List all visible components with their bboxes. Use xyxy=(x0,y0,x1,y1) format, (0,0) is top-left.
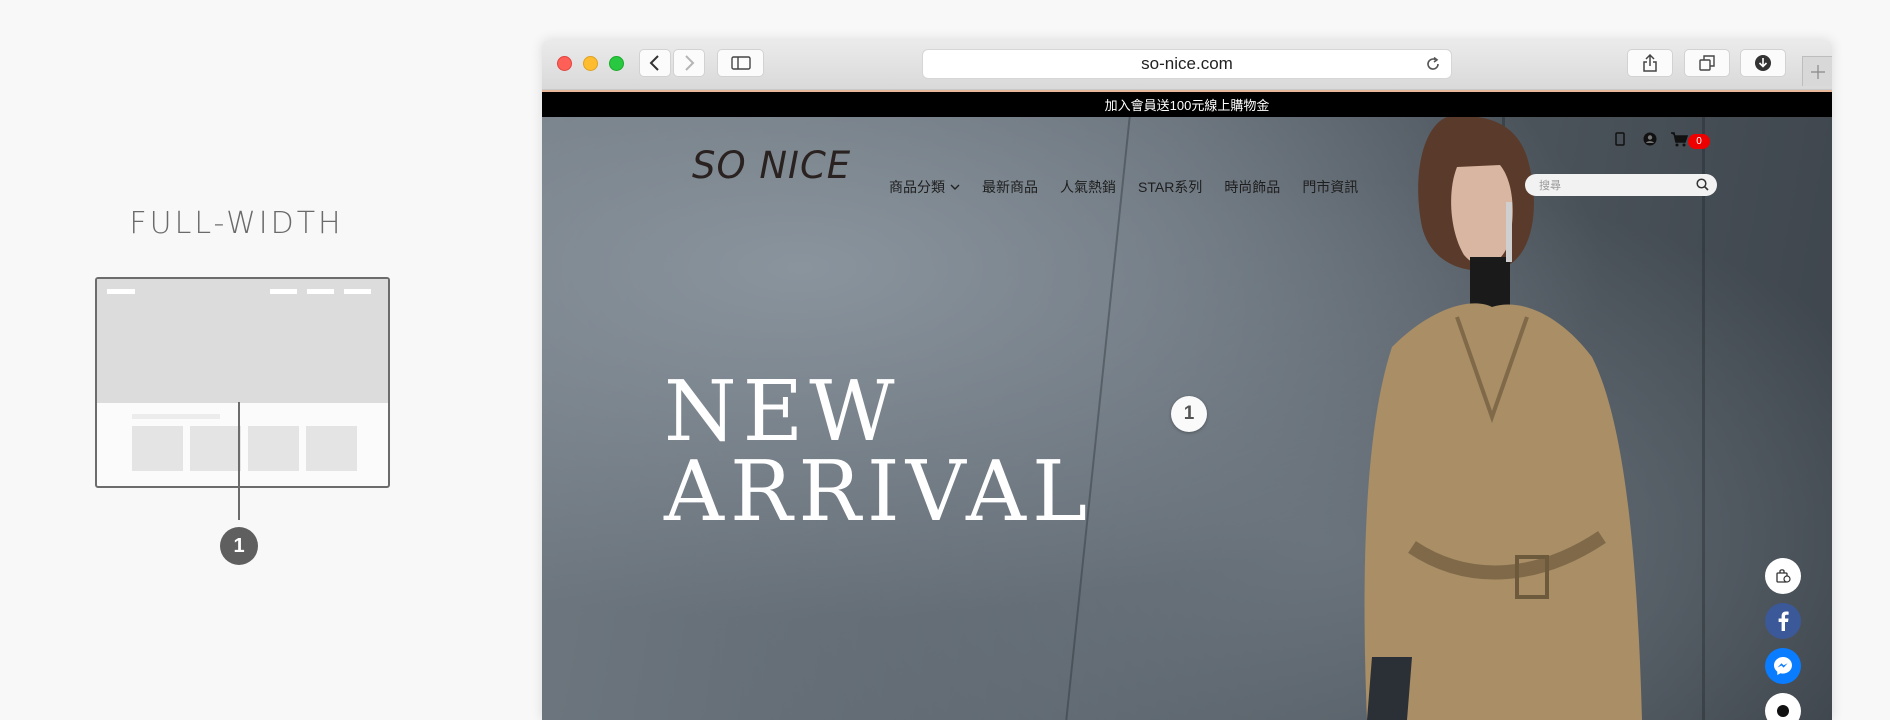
callout-marker: 1 xyxy=(220,527,258,565)
wall-seam xyxy=(1702,117,1705,720)
browser-window: so-nice.com 加入會員送100元線上購物金 SO NICE 商品分類 … xyxy=(542,40,1832,720)
back-button[interactable] xyxy=(639,49,671,77)
wireframe-nav-bar xyxy=(270,289,297,294)
share-icon xyxy=(1643,54,1657,72)
url-text: so-nice.com xyxy=(1141,54,1233,73)
hero-headline-line2: ARRIVAL xyxy=(664,443,1094,540)
wireframe-logo-bar xyxy=(107,289,135,294)
nav-item-star-series[interactable]: STAR系列 xyxy=(1138,177,1202,197)
layout-title: FULL-WIDTH xyxy=(129,206,344,241)
facebook-icon xyxy=(1778,611,1789,631)
wireframe-card xyxy=(248,426,299,471)
download-icon xyxy=(1755,55,1771,71)
chevron-right-icon xyxy=(685,55,695,71)
nav-item-label: STAR系列 xyxy=(1138,179,1203,195)
zoom-window-button[interactable] xyxy=(609,56,624,71)
wireframe-nav-bar xyxy=(307,289,334,294)
browser-toolbar: so-nice.com xyxy=(542,40,1832,90)
search-placeholder: 搜尋 xyxy=(1539,180,1561,192)
wireframe-thumbnail xyxy=(95,277,390,488)
model-photo xyxy=(1364,117,1642,720)
shopping-bag-icon xyxy=(1776,569,1791,583)
search-input[interactable]: 搜尋 xyxy=(1525,174,1717,196)
minimize-window-button[interactable] xyxy=(583,56,598,71)
layout-illustration: FULL-WIDTH 1 xyxy=(0,0,480,720)
share-button[interactable] xyxy=(1627,49,1673,77)
wireframe-hero xyxy=(97,279,388,403)
plus-icon xyxy=(1810,64,1825,79)
callout-line xyxy=(238,402,240,520)
address-bar[interactable]: so-nice.com xyxy=(922,49,1452,79)
tabs-icon xyxy=(1699,55,1715,71)
cart-count-badge: 0 xyxy=(1688,134,1710,149)
hero-callout-marker: 1 xyxy=(1171,396,1207,432)
search-icon[interactable] xyxy=(1696,178,1709,194)
wireframe-heading-line xyxy=(132,414,220,419)
site-logo[interactable]: SO NICE xyxy=(692,144,851,187)
floating-chat-button[interactable] xyxy=(1765,693,1801,720)
reload-icon[interactable] xyxy=(1425,56,1441,77)
wireframe-card xyxy=(306,426,357,471)
nav-item-label: 最新商品 xyxy=(982,179,1038,195)
facebook-button[interactable] xyxy=(1765,603,1801,639)
chevron-left-icon xyxy=(649,55,659,71)
main-nav: 商品分類 最新商品 人氣熱銷 STAR系列 時尚飾品 門市資訊 xyxy=(889,177,1358,197)
nav-item-label: 商品分類 xyxy=(889,179,945,195)
sidebar-toggle-button[interactable] xyxy=(717,49,764,77)
announcement-bar[interactable]: 加入會員送100元線上購物金 xyxy=(542,90,1832,117)
chat-icon xyxy=(1777,705,1789,717)
cart-icon[interactable] xyxy=(1670,132,1689,152)
messenger-button[interactable] xyxy=(1765,648,1801,684)
nav-item-label: 門市資訊 xyxy=(1302,179,1359,195)
wireframe-card xyxy=(132,426,183,471)
website-page: 加入會員送100元線上購物金 SO NICE 商品分類 最新商品 人氣熱銷 ST… xyxy=(542,90,1832,720)
mobile-icon[interactable] xyxy=(1615,132,1625,151)
hero-headline: NEW ARRIVAL xyxy=(664,363,1094,540)
nav-item-stores[interactable]: 門市資訊 xyxy=(1302,177,1358,197)
nav-item-categories[interactable]: 商品分類 xyxy=(889,177,960,197)
hero-banner: SO NICE 商品分類 最新商品 人氣熱銷 STAR系列 時尚飾品 門市資訊 … xyxy=(542,117,1832,720)
nav-item-new[interactable]: 最新商品 xyxy=(982,177,1038,197)
wireframe-card xyxy=(190,426,241,471)
nav-item-label: 時尚飾品 xyxy=(1224,179,1281,195)
messenger-icon xyxy=(1774,657,1792,675)
nav-item-label: 人氣熱銷 xyxy=(1060,179,1116,195)
downloads-button[interactable] xyxy=(1740,49,1786,77)
tabs-overview-button[interactable] xyxy=(1684,49,1730,77)
nav-item-accessories[interactable]: 時尚飾品 xyxy=(1224,177,1280,197)
chevron-down-icon xyxy=(950,184,960,190)
nav-item-popular[interactable]: 人氣熱銷 xyxy=(1060,177,1116,197)
floating-shop-button[interactable] xyxy=(1765,558,1801,594)
new-tab-button[interactable] xyxy=(1802,56,1832,86)
account-icon[interactable] xyxy=(1643,132,1657,151)
sidebar-icon xyxy=(730,56,751,70)
close-window-button[interactable] xyxy=(557,56,572,71)
forward-button[interactable] xyxy=(673,49,705,77)
hero-headline-line1: NEW xyxy=(664,363,901,460)
wireframe-nav-bar xyxy=(344,289,371,294)
announcement-text: 加入會員送100元線上購物金 xyxy=(1104,98,1270,113)
